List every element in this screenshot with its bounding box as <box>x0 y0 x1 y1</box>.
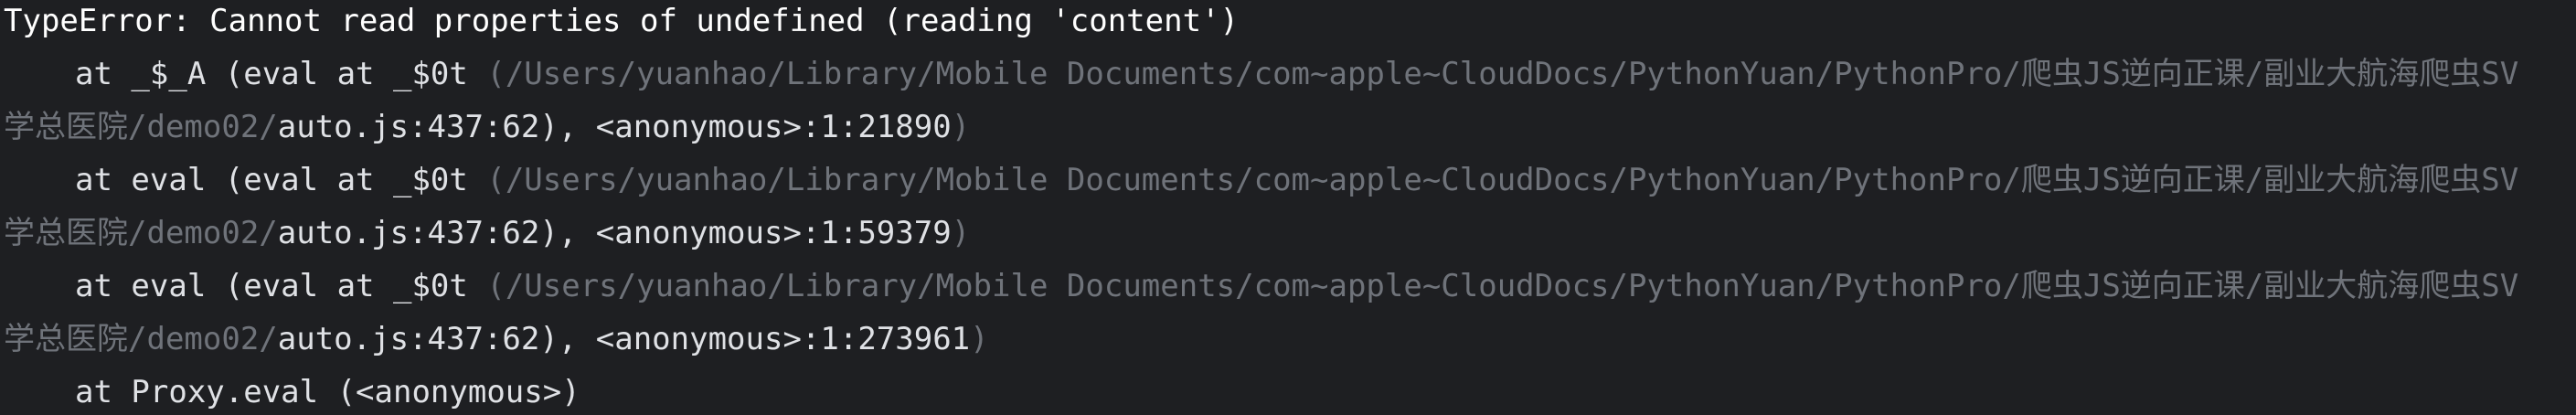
stack-frame-prefix: at eval (eval at _$0t <box>75 268 487 304</box>
stack-frame-path-link[interactable]: (/Users/yuanhao/Library/Mobile Documents… <box>486 162 2518 198</box>
stack-frame-3: at eval (eval at _$0t (/Users/yuanhao/Li… <box>4 260 2518 313</box>
stack-frame-2: at eval (eval at _$0t (/Users/yuanhao/Li… <box>4 154 2518 207</box>
stack-frame-1-cont: 学总医院/demo02/auto.js:437:62), <anonymous>… <box>4 101 970 154</box>
stack-frame-1: at _$_A (eval at _$0t (/Users/yuanhao/Li… <box>4 48 2518 101</box>
stack-frame-location[interactable]: auto.js:437:62), <anonymous>:1:21890 <box>278 109 952 145</box>
stack-frame-close: ) <box>951 215 971 251</box>
stack-frame-path-link[interactable]: 学总医院/demo02/ <box>4 215 278 251</box>
stack-frame-path-link[interactable]: (/Users/yuanhao/Library/Mobile Documents… <box>486 268 2518 304</box>
error-header: TypeError: Cannot read properties of und… <box>4 3 1240 39</box>
stack-frame-close: ) <box>970 321 989 357</box>
stack-frame-2-cont: 学总医院/demo02/auto.js:437:62), <anonymous>… <box>4 207 970 260</box>
stack-frame-path-link[interactable]: 学总医院/demo02/ <box>4 321 278 357</box>
stack-frame-location[interactable]: auto.js:437:62), <anonymous>:1:59379 <box>278 215 952 251</box>
stack-frame-text: at Proxy.eval (<anonymous>) <box>75 374 580 410</box>
stack-frame-path-link[interactable]: (/Users/yuanhao/Library/Mobile Documents… <box>486 56 2518 92</box>
stack-frame-3-cont: 学总医院/demo02/auto.js:437:62), <anonymous>… <box>4 313 989 366</box>
stack-frame-location[interactable]: auto.js:437:62), <anonymous>:1:273961 <box>278 321 970 357</box>
stack-frame-4: at Proxy.eval (<anonymous>) <box>4 366 580 415</box>
stack-frame-prefix: at eval (eval at _$0t <box>75 162 487 198</box>
console-output: TypeError: Cannot read properties of und… <box>0 0 2576 415</box>
stack-frame-prefix: at _$_A (eval at _$0t <box>75 56 487 92</box>
stack-frame-path-link[interactable]: 学总医院/demo02/ <box>4 109 278 145</box>
stack-frame-close: ) <box>951 109 971 145</box>
